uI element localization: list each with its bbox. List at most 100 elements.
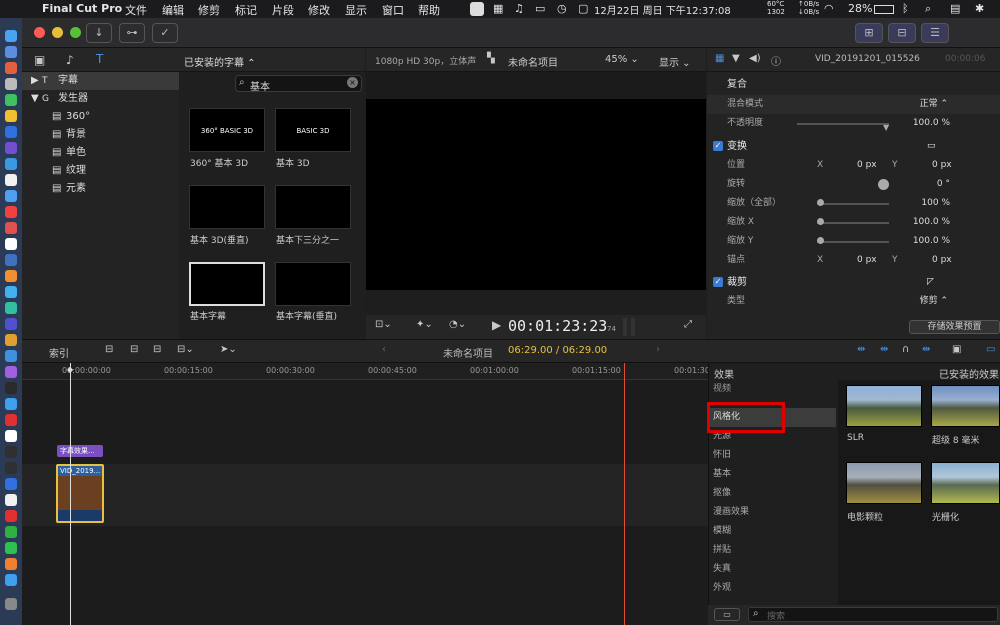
cast-icon[interactable]: ▢ (578, 2, 588, 15)
speed-icon[interactable]: ◔⌄ (449, 319, 466, 330)
dock-app-icon[interactable] (5, 30, 17, 42)
blend-mode-select[interactable]: 正常 ⌃ (920, 95, 948, 114)
scale-all-value[interactable]: 100 % (921, 194, 950, 213)
title-thumb[interactable]: BASIC 3D (275, 108, 351, 152)
menu-modify[interactable]: 修改 (308, 2, 330, 18)
crop-type-select[interactable]: 修剪 ⌃ (920, 292, 948, 311)
back-icon[interactable]: ‹ (382, 344, 386, 355)
audio-inspector-icon[interactable]: ◀) (749, 53, 761, 64)
library-toggle-button[interactable]: ⊞ (855, 23, 883, 43)
menu-app-name[interactable]: Final Cut Pro (42, 2, 122, 15)
title-thumb[interactable] (275, 185, 351, 229)
video-clip[interactable]: VID_2019... (56, 464, 104, 523)
slider-knob-icon[interactable] (817, 237, 824, 244)
onscreen-control-icon[interactable]: ◸ (927, 273, 934, 292)
save-preset-button[interactable]: 存储效果预置 (909, 320, 1000, 334)
battery-icon[interactable] (874, 5, 894, 14)
timeline-toggle-button[interactable]: ⊟ (888, 23, 916, 43)
slider-knob-icon[interactable] (817, 199, 824, 206)
view-menu[interactable]: 显示 ⌄ (659, 54, 691, 69)
dock-app-icon[interactable] (5, 494, 17, 506)
clock-icon[interactable]: ◷ (557, 2, 567, 15)
sidebar-item-360[interactable]: ▤ 360° (22, 108, 179, 126)
search-input[interactable]: ⌕ 基本 × (235, 75, 362, 93)
video-inspector-icon[interactable]: ▦ (715, 53, 724, 64)
dock-app-icon[interactable] (5, 334, 17, 346)
opacity-slider[interactable] (797, 123, 889, 125)
opacity-value[interactable]: 100.0 % (913, 114, 950, 133)
effect-category[interactable]: 拼贴 (708, 541, 836, 560)
dock-app-icon[interactable] (5, 558, 17, 570)
sidebar-item-elements[interactable]: ▤ 元素 (22, 180, 179, 198)
title-clip[interactable]: 字幕效果... (57, 445, 103, 457)
browser-dropdown[interactable]: 已安装的字幕 ⌃ (184, 54, 256, 69)
sidebar-item-solids[interactable]: ▤ 单色 (22, 144, 179, 162)
background-tasks-button[interactable]: ✓ (152, 23, 178, 43)
keyword-button[interactable]: ⊶ (119, 23, 145, 43)
effects-browser-icon[interactable]: ▭ (986, 344, 995, 355)
effect-category[interactable]: 基本 (708, 465, 836, 484)
datetime[interactable]: 12月22日 周日 下午12:37:08 (594, 2, 731, 17)
play-icon[interactable]: ▶ (492, 318, 501, 332)
audio-photos-icon[interactable]: ♪ (66, 53, 74, 67)
effect-category[interactable]: 漫画效果 (708, 503, 836, 522)
effect-category[interactable]: 模糊 (708, 522, 836, 541)
dock-app-icon[interactable] (5, 574, 17, 586)
bluetooth-icon[interactable]: ᛒ (902, 2, 909, 15)
playhead-handle-icon[interactable]: ◆ (67, 365, 73, 374)
effect-category[interactable]: 抠像 (708, 484, 836, 503)
title-thumb[interactable] (275, 262, 351, 306)
minimize-icon[interactable] (52, 27, 63, 38)
scale-y-value[interactable]: 100.0 % (913, 232, 950, 251)
checkbox-checked-icon[interactable]: ✓ (713, 277, 723, 287)
dock-app-icon[interactable] (5, 238, 17, 250)
menu-view[interactable]: 显示 (345, 2, 367, 18)
effects-search-input[interactable]: ⌕ 搜索 (748, 607, 998, 622)
control-center-icon[interactable]: ▤ (950, 2, 960, 15)
slider-knob-icon[interactable] (817, 218, 824, 225)
snapping-icon[interactable]: ⇹ (922, 344, 930, 355)
import-button[interactable]: ↓ (86, 23, 112, 43)
effect-category[interactable]: 失真 (708, 560, 836, 579)
effect-thumb[interactable] (931, 385, 1000, 427)
dock-app-icon[interactable] (5, 206, 17, 218)
forward-icon[interactable]: › (656, 344, 660, 355)
viewer-canvas[interactable] (366, 99, 706, 290)
dock-app-icon[interactable] (5, 286, 17, 298)
dock-app-icon[interactable] (5, 478, 17, 490)
dock-app-icon[interactable] (5, 462, 17, 474)
effect-thumb[interactable] (846, 462, 922, 504)
anchor-y-value[interactable]: 0 px (932, 251, 952, 270)
sidebar-item-background[interactable]: ▤ 背景 (22, 126, 179, 144)
title-thumb[interactable] (189, 185, 265, 229)
headphones-icon[interactable]: ∩ (902, 344, 909, 355)
fullscreen-icon[interactable]: ⤢ (684, 319, 692, 330)
dock-app-icon[interactable] (5, 446, 17, 458)
transform-menu-icon[interactable]: ⊡⌄ (375, 319, 392, 330)
color-inspector-icon[interactable]: ▼ (732, 53, 740, 64)
siri-icon[interactable]: ✱ (975, 2, 984, 15)
dock-app-icon[interactable] (5, 382, 17, 394)
dock-app-icon[interactable] (5, 110, 17, 122)
scale-y-slider[interactable] (817, 241, 889, 243)
index-button[interactable]: 索引 (49, 345, 69, 360)
effect-category[interactable]: 视频 (708, 380, 836, 399)
checkbox-checked-icon[interactable]: ✓ (713, 141, 723, 151)
position-x-value[interactable]: 0 px (857, 156, 877, 175)
append-icon[interactable]: ⊟ (153, 344, 161, 355)
timeline-tracks[interactable]: 字幕效果... VID_2019... ◆ (22, 363, 708, 625)
menu-file[interactable]: 文件 (125, 2, 147, 18)
dock-app-icon[interactable] (5, 366, 17, 378)
zoom-menu[interactable]: 45% ⌄ (605, 54, 639, 65)
clip-appearance-icon[interactable]: ▣ (952, 344, 961, 355)
dock-app-icon[interactable] (5, 78, 17, 90)
search-icon[interactable]: ⌕ (925, 2, 931, 16)
dock-app-icon[interactable] (5, 46, 17, 58)
menu-help[interactable]: 帮助 (418, 2, 440, 18)
info-icon[interactable]: ⓘ (771, 53, 781, 68)
grid-icon[interactable]: ▦ (493, 2, 503, 15)
scale-all-slider[interactable] (817, 203, 889, 205)
menu-trim[interactable]: 修剪 (198, 2, 220, 18)
rotation-dial[interactable] (878, 179, 889, 190)
dock-app-icon[interactable] (5, 542, 17, 554)
